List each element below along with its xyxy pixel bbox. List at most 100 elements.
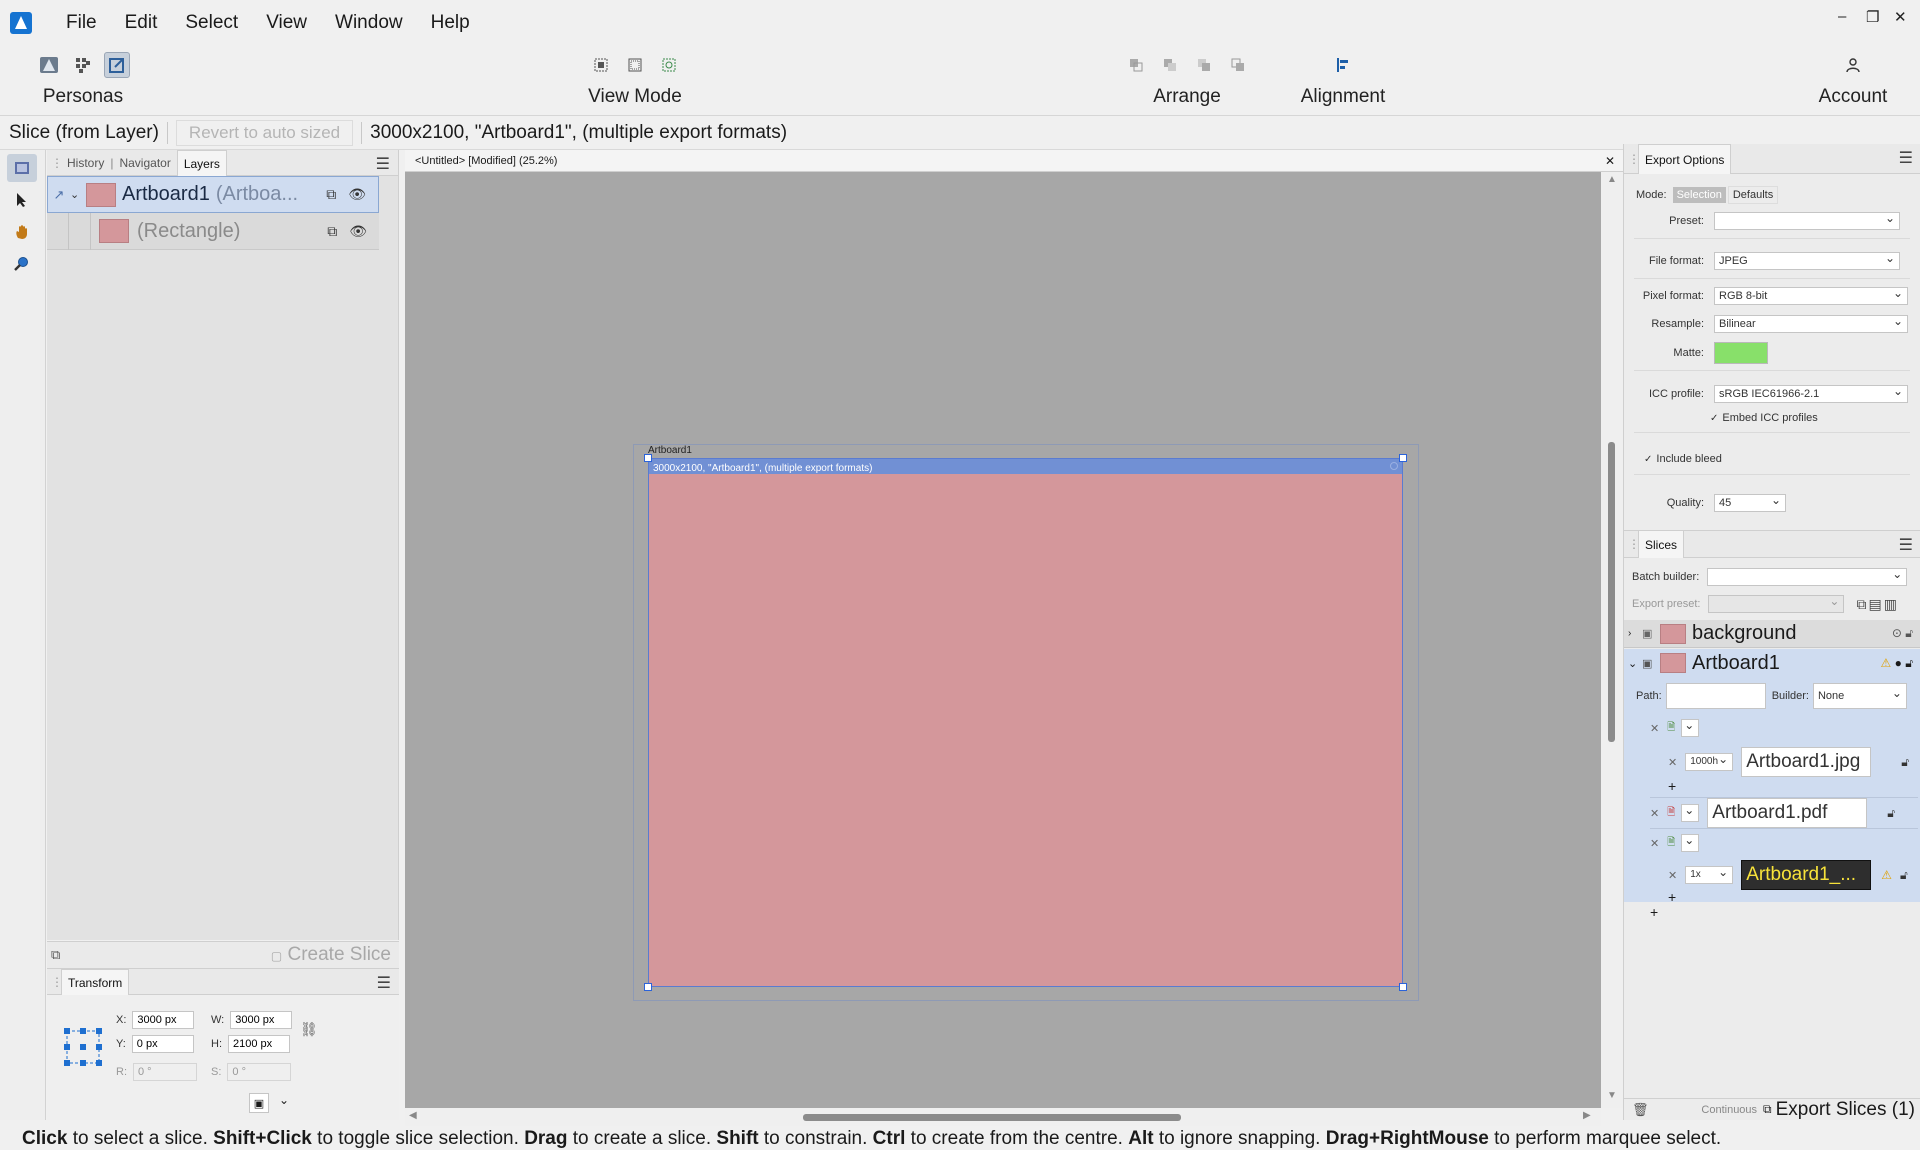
account-user-icon[interactable] (1840, 52, 1866, 78)
add-format-icon[interactable]: + (1650, 904, 1658, 920)
slice-row-background[interactable]: › ▣ background ⊙ 🔓︎ (1624, 620, 1920, 648)
slice-selection-tool-icon[interactable] (7, 186, 37, 214)
preset-actions-icon[interactable]: ⧉▤▥ (1856, 596, 1898, 613)
resize-handle-tl[interactable] (644, 454, 652, 462)
remove-format-icon[interactable]: ✕ (1650, 837, 1659, 850)
rotation-input[interactable]: 0 ° (133, 1063, 197, 1081)
quality-select[interactable]: 45 (1714, 492, 1786, 512)
revert-to-auto-sized-button[interactable]: Revert to auto sized (175, 119, 354, 146)
export-slice-icon[interactable]: ⧉ (327, 223, 337, 240)
horizontal-scrollbar[interactable]: ◀ ▶ (405, 1108, 1601, 1126)
canvas-area[interactable]: Artboard1 3000x2100, "Artboard1", (multi… (405, 172, 1601, 1108)
panel-menu-icon[interactable]: ☰ (1899, 148, 1913, 168)
panel-menu-icon[interactable]: ☰ (376, 154, 390, 174)
file-format-select[interactable]: JPEG (1714, 250, 1900, 270)
pixel-format-select[interactable]: RGB 8-bit (1714, 285, 1908, 305)
export-layer-icon[interactable]: ▣ (1642, 627, 1660, 640)
zoom-tool-icon[interactable] (7, 250, 37, 278)
scroll-up-icon[interactable]: ▲ (1607, 174, 1617, 185)
move-to-back-icon[interactable] (1123, 52, 1149, 78)
resize-handle-br[interactable] (1399, 983, 1407, 991)
batch-builder-select[interactable] (1707, 566, 1908, 586)
view-mode-pixel-icon[interactable] (588, 52, 614, 78)
export-preset-select[interactable] (1708, 593, 1845, 613)
tab-export-options[interactable]: Export Options (1638, 143, 1732, 174)
account-group[interactable]: Account (1808, 46, 1898, 116)
remove-format-icon[interactable]: ✕ (1650, 722, 1659, 735)
filename-field-editing[interactable]: Artboard1_... (1741, 860, 1872, 890)
panel-menu-icon[interactable]: ☰ (1899, 535, 1913, 555)
slices-options-icon[interactable]: ⧉ (51, 947, 60, 963)
width-input[interactable] (230, 1011, 293, 1029)
layer-row-rectangle[interactable]: (Rectangle) ⧉ 👁 (47, 212, 379, 250)
lock-aspect-ratio-icon[interactable]: ⛓ (300, 1021, 318, 1038)
close-window-button[interactable]: ✕ (1894, 8, 1907, 26)
slice-tool-icon[interactable] (7, 154, 37, 182)
mode-selection-button[interactable]: Selection (1672, 187, 1726, 203)
remove-format-icon[interactable]: ✕ (1668, 756, 1677, 769)
resize-handle-bl[interactable] (644, 983, 652, 991)
resize-handle-tr[interactable] (1399, 454, 1407, 462)
move-to-front-icon[interactable] (1225, 52, 1251, 78)
filename-field[interactable]: Artboard1.jpg (1741, 747, 1872, 777)
path-input[interactable] (1665, 683, 1766, 709)
chevron-down-icon[interactable]: ⌄ (1628, 657, 1642, 670)
continuous-toggle[interactable]: Continuous (1701, 1104, 1757, 1116)
restore-button[interactable]: ❐ (1866, 8, 1879, 26)
close-document-icon[interactable]: ✕ (1605, 150, 1615, 172)
menu-file[interactable]: File (52, 12, 111, 34)
menu-view[interactable]: View (252, 12, 321, 34)
scale-select[interactable]: 1x (1685, 864, 1734, 884)
lock-icon[interactable]: 🔓︎ (1901, 755, 1909, 770)
tab-layers[interactable]: Layers (176, 149, 227, 176)
hand-tool-icon[interactable] (7, 218, 37, 246)
format-dropdown[interactable] (1681, 832, 1700, 852)
lock-icon[interactable]: 🔓︎ (1887, 806, 1895, 821)
scroll-down-icon[interactable]: ▼ (1607, 1090, 1617, 1101)
height-input[interactable] (228, 1035, 290, 1053)
format-dropdown[interactable] (1681, 802, 1700, 822)
include-bleed-checkbox[interactable]: ✓ (1644, 454, 1652, 465)
add-scale-icon[interactable]: + (1668, 778, 1676, 794)
remove-format-icon[interactable]: ✕ (1650, 807, 1659, 820)
transform-origin-button[interactable]: ▣ (249, 1093, 269, 1113)
export-layer-icon[interactable]: ▣ (1642, 657, 1660, 670)
create-slice-button[interactable]: ▢ Create Slice (271, 944, 391, 966)
mode-defaults-button[interactable]: Defaults (1727, 186, 1779, 204)
artboard-label[interactable]: Artboard1 (648, 445, 692, 456)
remove-format-icon[interactable]: ✕ (1668, 869, 1677, 882)
horizontal-scroll-thumb[interactable] (803, 1114, 1181, 1121)
slice-row-icons[interactable]: ⚠ ● 🔓︎ (1881, 656, 1913, 671)
tab-history[interactable]: History (61, 156, 110, 170)
vertical-scroll-thumb[interactable] (1608, 442, 1615, 742)
add-scale-icon[interactable]: + (1668, 889, 1676, 905)
layer-row-artboard1[interactable]: ↗ ⌄ Artboard1 (Artboa... ⧉ 👁 (47, 176, 379, 213)
slice-export-toggle-icon[interactable] (1390, 462, 1398, 470)
chevron-right-icon[interactable]: › (1628, 628, 1642, 639)
embed-icc-checkbox[interactable]: ✓ (1710, 413, 1718, 424)
scale-select[interactable]: 1000h (1685, 751, 1734, 771)
resample-select[interactable]: Bilinear (1714, 313, 1908, 333)
vertical-scrollbar[interactable]: ▲ ▼ (1601, 172, 1623, 1108)
minimize-button[interactable]: – (1838, 8, 1846, 25)
menu-help[interactable]: Help (417, 12, 484, 34)
builder-select[interactable]: None (1812, 681, 1907, 709)
document-tab[interactable]: <Untitled> [Modified] (25.2%) ✕ (405, 150, 1623, 172)
lock-icon[interactable]: 🔓︎ (1900, 868, 1908, 883)
menu-window[interactable]: Window (321, 12, 417, 34)
move-forward-one-icon[interactable] (1191, 52, 1217, 78)
preset-select[interactable] (1714, 210, 1900, 230)
chevron-down-icon[interactable]: ⌄ (70, 188, 86, 201)
format-dropdown[interactable] (1681, 717, 1700, 737)
panel-menu-icon[interactable]: ☰ (377, 973, 391, 993)
tab-slices[interactable]: Slices (1638, 530, 1685, 558)
alignment-icon[interactable] (1330, 52, 1356, 78)
export-slice-icon[interactable]: ⧉ (326, 186, 336, 203)
lock-icon[interactable]: ⊙ 🔓︎ (1892, 626, 1913, 641)
chevron-down-icon[interactable]: ⌄ (279, 1093, 289, 1107)
slice-row-artboard1[interactable]: ⌄ ▣ Artboard1 ⚠ ● 🔓︎ (1624, 649, 1920, 677)
pixel-persona-icon[interactable] (70, 52, 96, 78)
visibility-eye-icon[interactable]: 👁 (348, 186, 366, 203)
menu-select[interactable]: Select (171, 12, 252, 34)
move-back-one-icon[interactable] (1157, 52, 1183, 78)
